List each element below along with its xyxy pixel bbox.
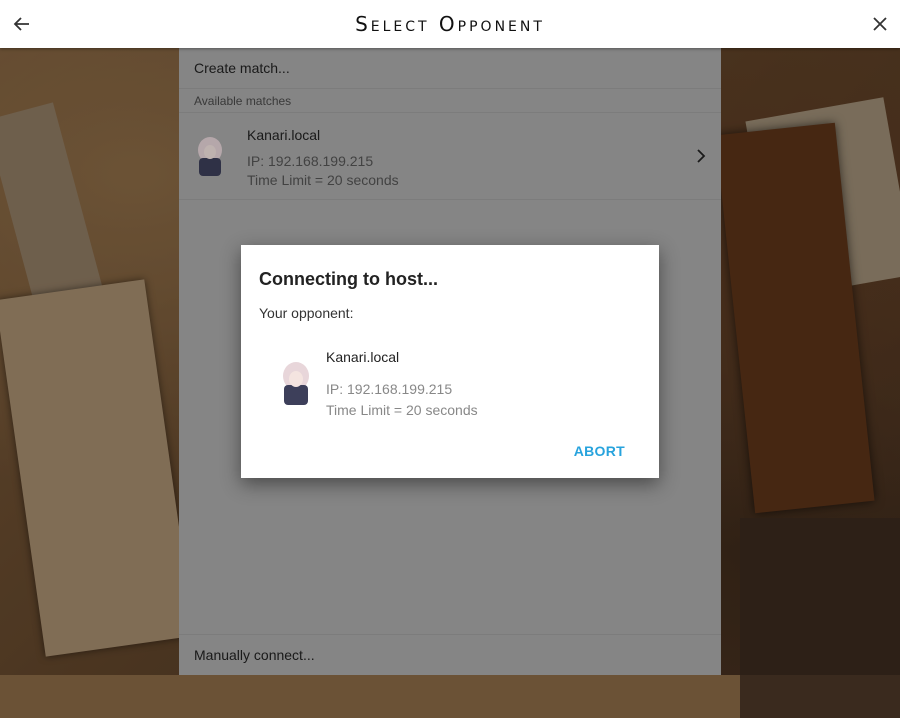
avatar (283, 362, 309, 405)
page-title: Select Opponent (355, 12, 545, 36)
opponent-ip: IP: 192.168.199.215 (326, 381, 453, 397)
close-icon (873, 17, 887, 31)
connecting-dialog: Connecting to host... Your opponent: Kan… (241, 245, 659, 478)
opponent-name: Kanari.local (326, 349, 400, 365)
dialog-subtitle: Your opponent: (259, 305, 354, 321)
top-bar: Select Opponent (0, 0, 900, 48)
opponent-time-limit: Time Limit = 20 seconds (326, 402, 478, 418)
close-button[interactable] (866, 10, 894, 38)
dialog-title: Connecting to host... (259, 269, 438, 289)
abort-button[interactable]: ABORT (574, 443, 625, 459)
